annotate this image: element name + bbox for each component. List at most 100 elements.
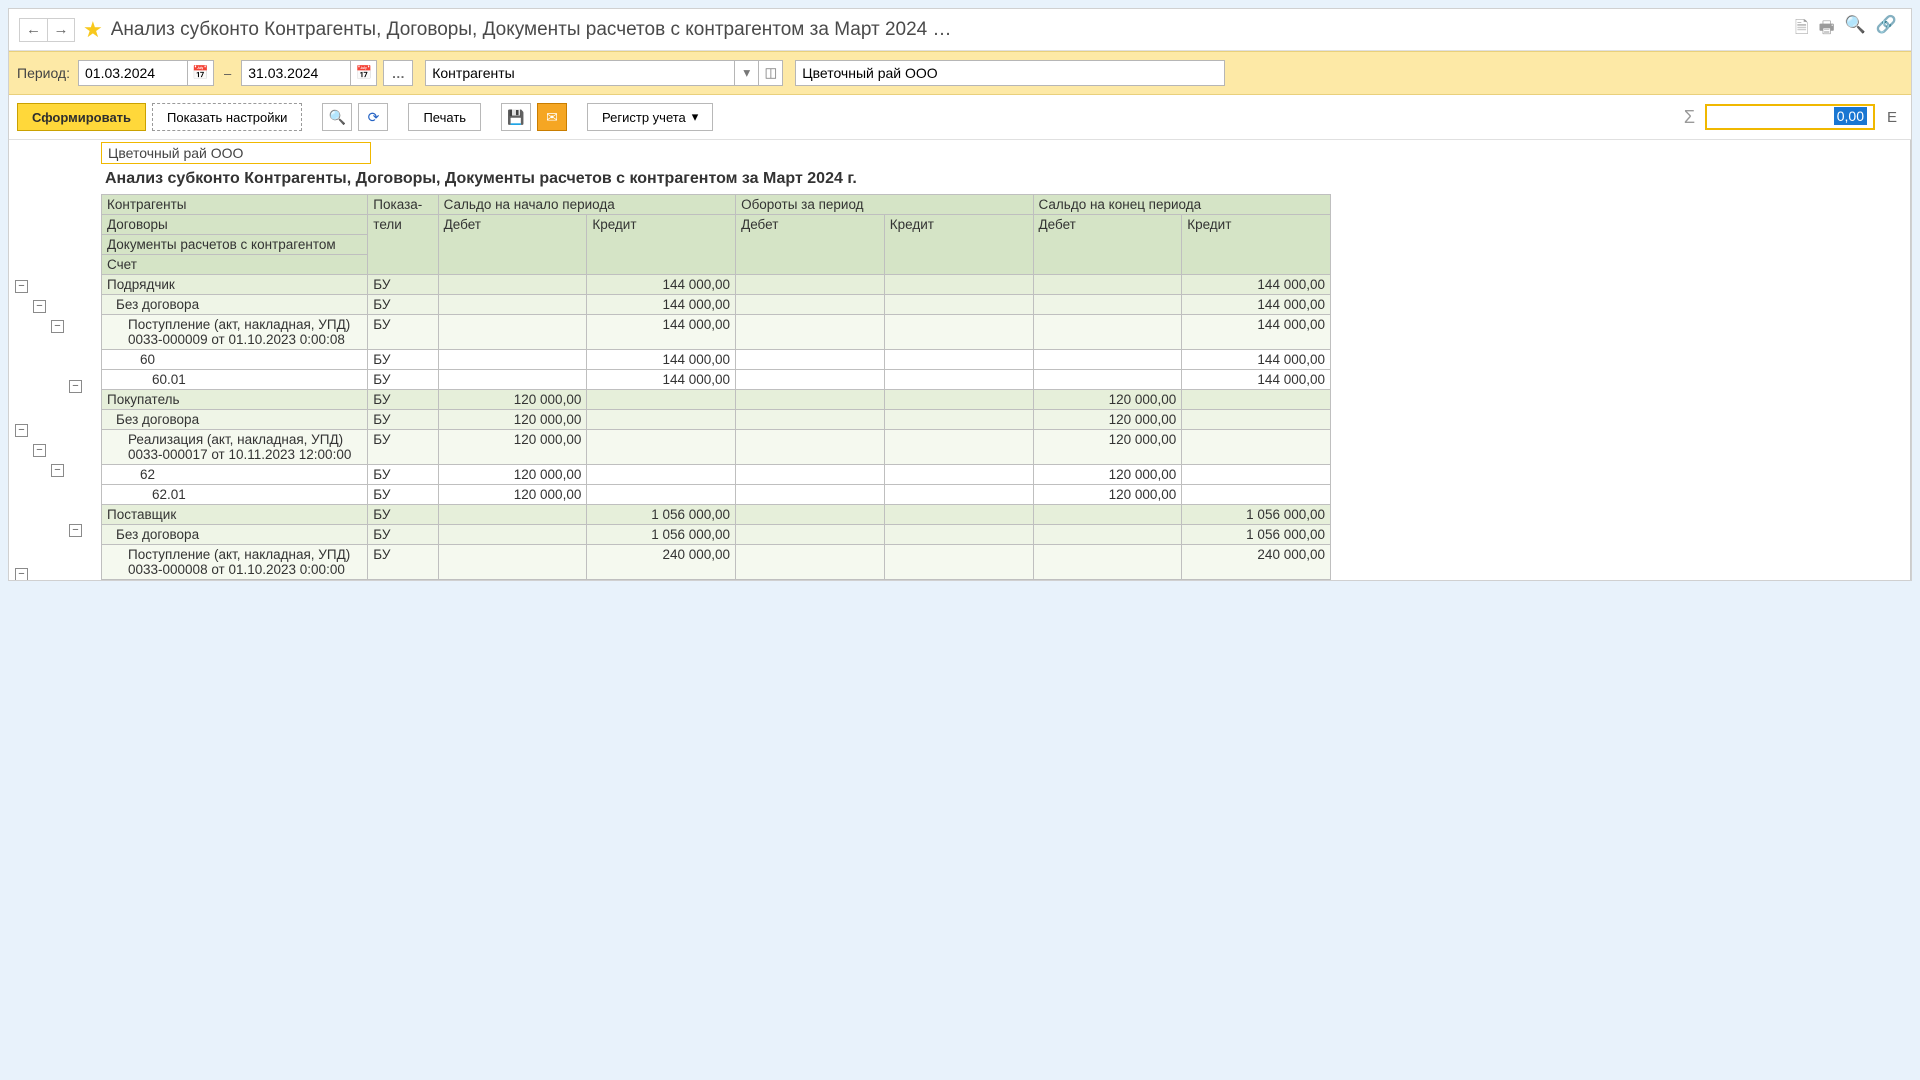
row-turn-credit [884,410,1033,430]
show-settings-button[interactable]: Показать настройки [152,103,302,131]
row-start-debit [438,350,587,370]
date-to-input[interactable] [241,60,351,86]
tree-toggle[interactable]: − [69,524,82,537]
tree-toggle[interactable]: − [15,424,28,437]
refresh-button[interactable]: ⟳ [358,103,388,131]
sum-field[interactable]: 0,00 [1705,104,1875,130]
row-label: Без договора [102,410,368,430]
table-row[interactable]: Без договораБУ144 000,00144 000,00 [102,295,1331,315]
table-row[interactable]: 62БУ120 000,00120 000,00 [102,465,1331,485]
table-row[interactable]: ПоставщикБУ1 056 000,001 056 000,00 [102,505,1331,525]
period-picker-button[interactable]: … [383,60,413,86]
row-end-debit [1033,545,1182,580]
row-start-debit: 120 000,00 [438,465,587,485]
save-report-icon[interactable]: 🗎 [1795,15,1809,44]
table-row[interactable]: 60БУ144 000,00144 000,00 [102,350,1331,370]
row-turn-credit [884,370,1033,390]
organization-combo [795,60,1225,86]
hdr-indicator-2: тели [368,215,438,275]
report: Цветочный рай ООО Анализ субконто Контра… [101,140,1911,580]
period-bar: Период: 📅 – 📅 … ▾ ◫ [9,51,1911,95]
tree-toggle[interactable]: − [69,380,82,393]
row-start-credit [587,390,736,410]
table-row[interactable]: Поступление (акт, накладная, УПД) 0033-0… [102,545,1331,580]
row-turn-debit [736,315,885,350]
table-row[interactable]: ПокупательБУ120 000,00120 000,00 [102,390,1331,410]
tree-toggle[interactable]: − [15,280,28,293]
search-button[interactable]: 🔍 [322,103,352,131]
row-indicator: БУ [368,505,438,525]
table-row[interactable]: Без договораБУ120 000,00120 000,00 [102,410,1331,430]
generate-button[interactable]: Сформировать [17,103,146,131]
email-button[interactable]: ✉ [537,103,567,131]
row-turn-debit [736,505,885,525]
row-indicator: БУ [368,485,438,505]
row-start-credit: 144 000,00 [587,370,736,390]
row-start-credit: 144 000,00 [587,350,736,370]
title-icons: 🗎 🖶 🔍 🔗 [1795,15,1901,44]
date-from-input[interactable] [78,60,188,86]
row-start-credit [587,465,736,485]
row-turn-credit [884,295,1033,315]
preview-icon[interactable]: 🔍 [1845,15,1866,44]
tree-toggle[interactable]: − [15,568,28,581]
row-start-credit: 240 000,00 [587,545,736,580]
tree-gutter: −−−−−−−−−−− [9,140,101,580]
hdr-turn: Обороты за период [736,195,1033,215]
tree-toggle[interactable]: − [51,464,64,477]
register-button[interactable]: Регистр учета ▾ [587,103,713,131]
star-icon[interactable]: ★ [83,17,103,43]
row-turn-debit [736,430,885,465]
row-start-debit: 120 000,00 [438,410,587,430]
row-label: Без договора [102,295,368,315]
save-button[interactable]: 💾 [501,103,531,131]
row-turn-debit [736,545,885,580]
organization-input[interactable] [795,60,1225,86]
nav-back-button[interactable]: ← [19,18,47,42]
table-row[interactable]: Поступление (акт, накладная, УПД) 0033-0… [102,315,1331,350]
report-area: −−−−−−−−−−− Цветочный рай ООО Анализ суб… [9,140,1911,580]
row-label: Подрядчик [102,275,368,295]
tree-toggle[interactable]: − [51,320,64,333]
row-end-credit: 144 000,00 [1182,275,1331,295]
hdr-turn-credit: Кредит [884,215,1033,275]
row-indicator: БУ [368,465,438,485]
row-start-debit [438,275,587,295]
hdr-dim3: Документы расчетов с контрагентом [102,235,368,255]
row-label: Покупатель [102,390,368,410]
row-end-debit [1033,505,1182,525]
subkonto-type-dropdown-button[interactable]: ▾ [735,60,759,86]
row-indicator: БУ [368,390,438,410]
date-to-wrapper: 📅 [241,60,377,86]
link-icon[interactable]: 🔗 [1876,15,1897,44]
nav-forward-button[interactable]: → [47,18,75,42]
row-indicator: БУ [368,430,438,465]
date-from-calendar-button[interactable]: 📅 [188,60,214,86]
hdr-dim2: Договоры [102,215,368,235]
row-end-credit: 144 000,00 [1182,350,1331,370]
row-label: Без договора [102,525,368,545]
row-end-credit: 144 000,00 [1182,295,1331,315]
row-indicator: БУ [368,545,438,580]
row-start-debit: 120 000,00 [438,390,587,410]
print-icon[interactable]: 🖶 [1819,15,1835,44]
subkonto-type-open-button[interactable]: ◫ [759,60,783,86]
table-row[interactable]: Реализация (акт, накладная, УПД) 0033-00… [102,430,1331,465]
date-to-calendar-button[interactable]: 📅 [351,60,377,86]
row-start-credit: 144 000,00 [587,295,736,315]
row-end-debit [1033,350,1182,370]
table-row[interactable]: 62.01БУ120 000,00120 000,00 [102,485,1331,505]
chevron-down-icon: ▾ [692,109,699,125]
tree-toggle[interactable]: − [33,300,46,313]
date-from-wrapper: 📅 [78,60,214,86]
chevron-down-icon: ▾ [743,65,750,81]
subkonto-type-input[interactable] [425,60,735,86]
table-row[interactable]: ПодрядчикБУ144 000,00144 000,00 [102,275,1331,295]
table-row[interactable]: 60.01БУ144 000,00144 000,00 [102,370,1331,390]
table-row[interactable]: Без договораБУ1 056 000,001 056 000,00 [102,525,1331,545]
print-button[interactable]: Печать [408,103,481,131]
hdr-indicator-1: Показа- [368,195,438,215]
row-end-debit [1033,275,1182,295]
hdr-dim4: Счет [102,255,368,275]
tree-toggle[interactable]: − [33,444,46,457]
